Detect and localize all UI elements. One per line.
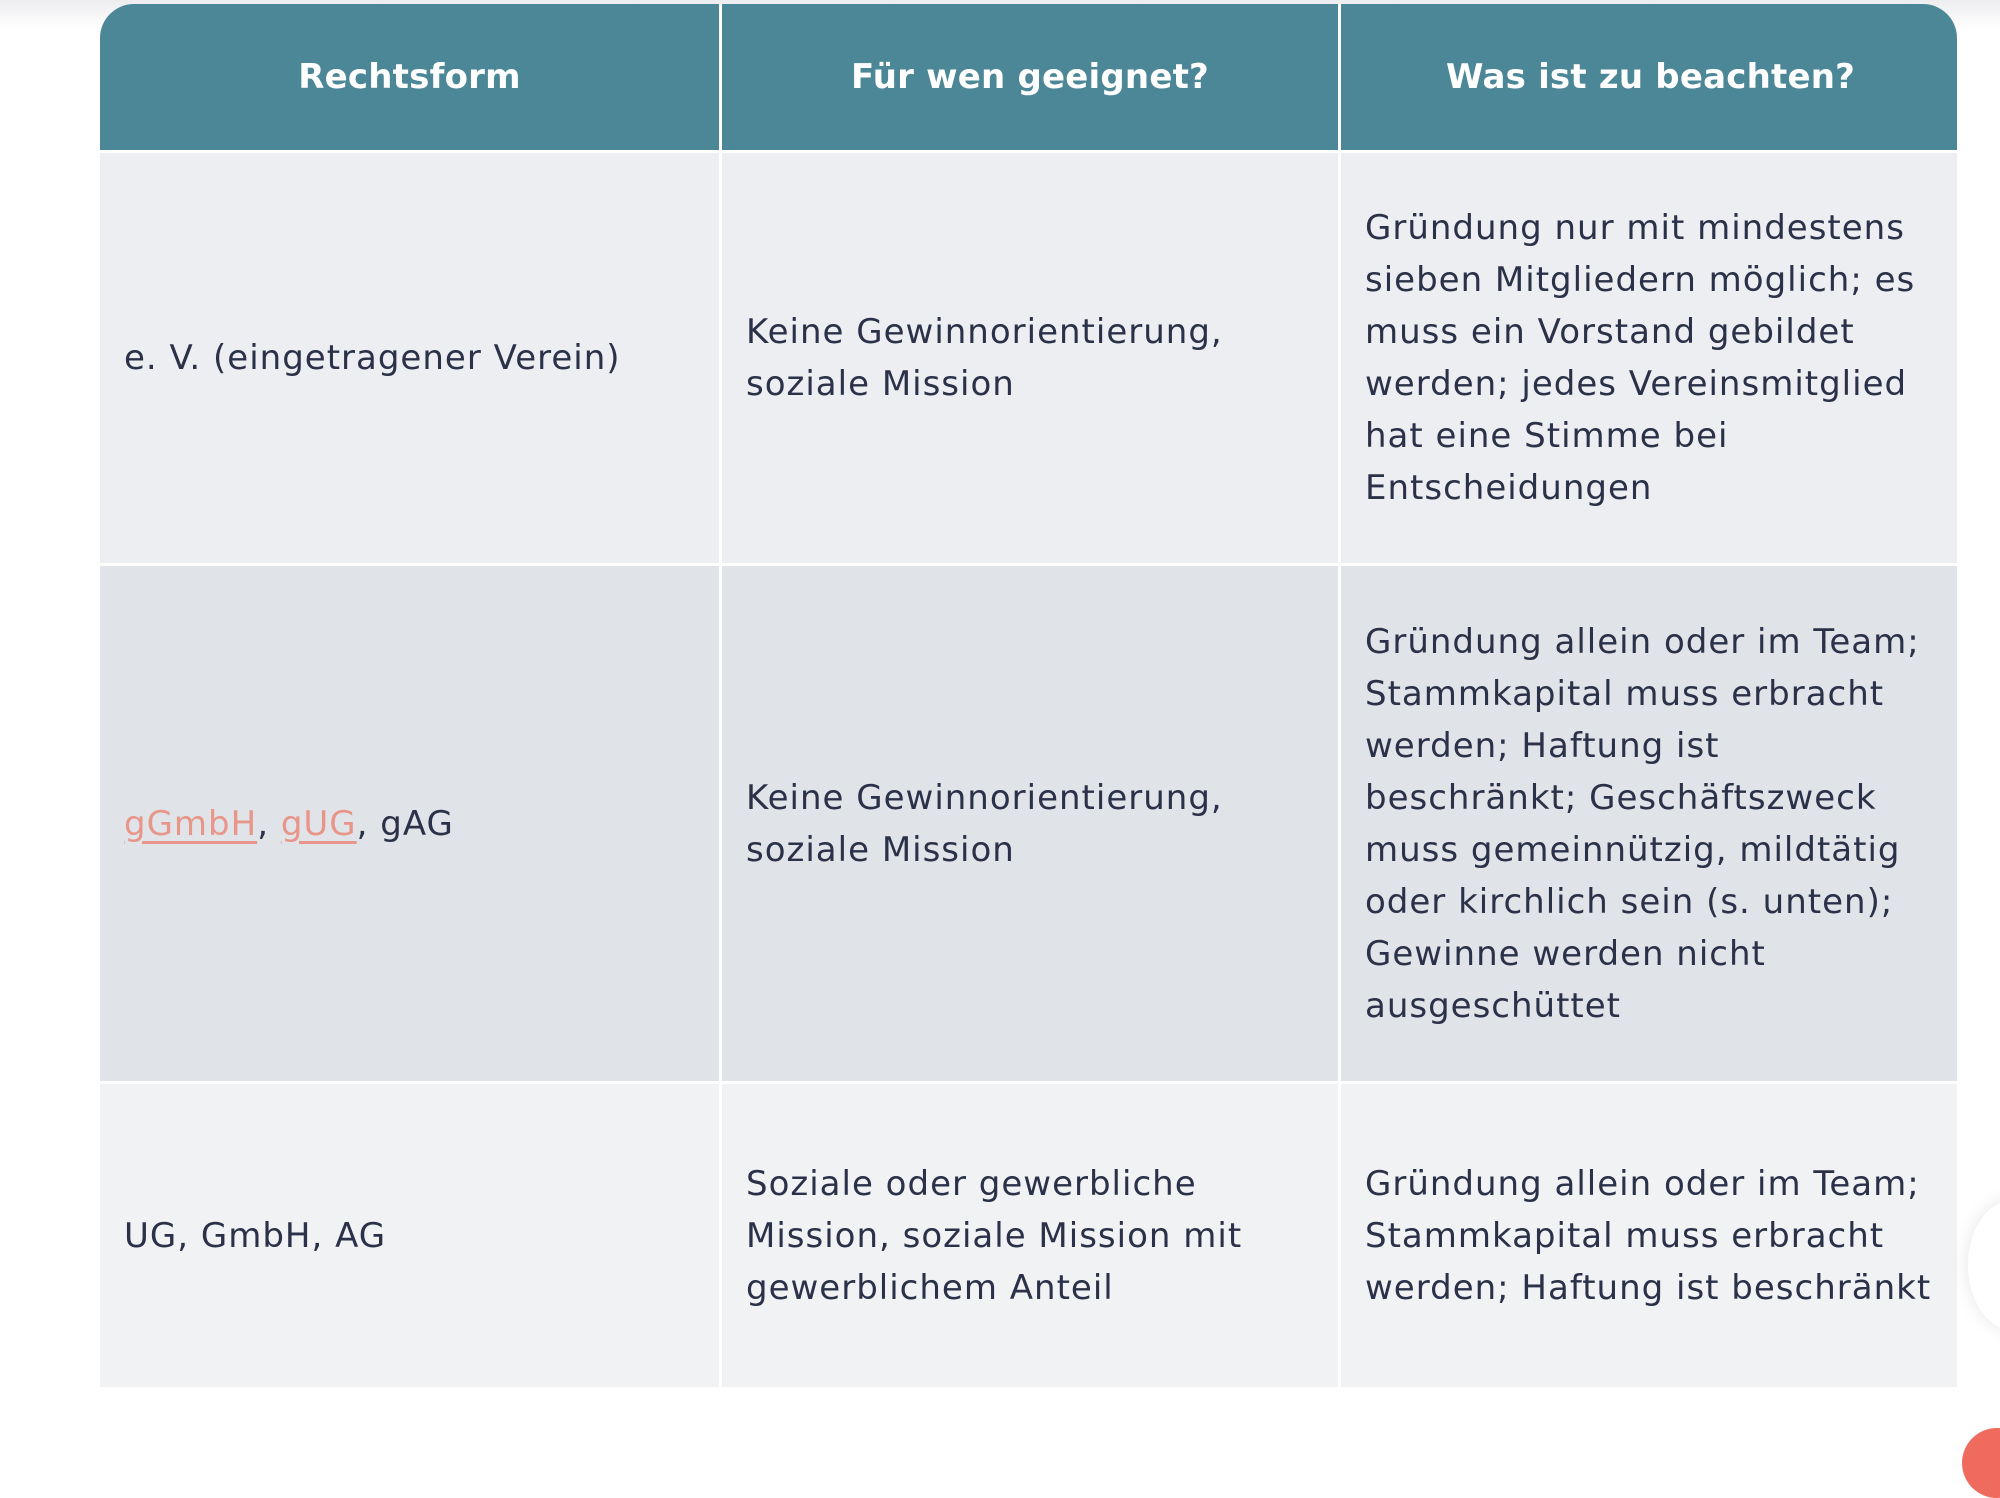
cell-beachten: Gründung allein oder im Team; Stammkapit…: [1341, 566, 1957, 1081]
column-header-rechtsform: Rechtsform: [100, 4, 719, 150]
accent-corner-shape: [1962, 1428, 2000, 1498]
legal-forms-table-container: Rechtsform Für wen geeignet? Was ist zu …: [100, 4, 1957, 1394]
table-row: gGmbH, gUG, gAG Keine Gewinnorientierung…: [100, 566, 1957, 1081]
cell-beachten: Gründung allein oder im Team; Stammkapit…: [1341, 1084, 1957, 1387]
separator-text: ,: [257, 803, 281, 844]
link-gug[interactable]: gUG: [281, 804, 357, 844]
table-row: e. V. (eingetragener Verein) Keine Gewin…: [100, 153, 1957, 563]
floating-widget-edge[interactable]: [1968, 1200, 2000, 1330]
cell-rechtsform: e. V. (eingetragener Verein): [100, 153, 719, 563]
cell-rechtsform: UG, GmbH, AG: [100, 1084, 719, 1387]
cell-rechtsform: gGmbH, gUG, gAG: [100, 566, 719, 1081]
cell-fuer-wen: Soziale oder gewerbliche Mission, sozial…: [722, 1084, 1338, 1387]
cell-fuer-wen: Keine Gewinnorientierung, soziale Missio…: [722, 566, 1338, 1081]
cell-beachten: Gründung nur mit mindestens sieben Mitgl…: [1341, 153, 1957, 563]
column-header-fuer-wen: Für wen geeignet?: [722, 4, 1338, 150]
legal-forms-table: Rechtsform Für wen geeignet? Was ist zu …: [100, 4, 1957, 1390]
link-ggmbh[interactable]: gGmbH: [124, 804, 257, 844]
cell-fuer-wen: Keine Gewinnorientierung, soziale Missio…: [722, 153, 1338, 563]
rechtsform-rest-text: , gAG: [356, 803, 454, 844]
column-header-beachten: Was ist zu beachten?: [1341, 4, 1957, 150]
table-row: UG, GmbH, AG Soziale oder gewerbliche Mi…: [100, 1084, 1957, 1387]
table-header-row: Rechtsform Für wen geeignet? Was ist zu …: [100, 4, 1957, 150]
